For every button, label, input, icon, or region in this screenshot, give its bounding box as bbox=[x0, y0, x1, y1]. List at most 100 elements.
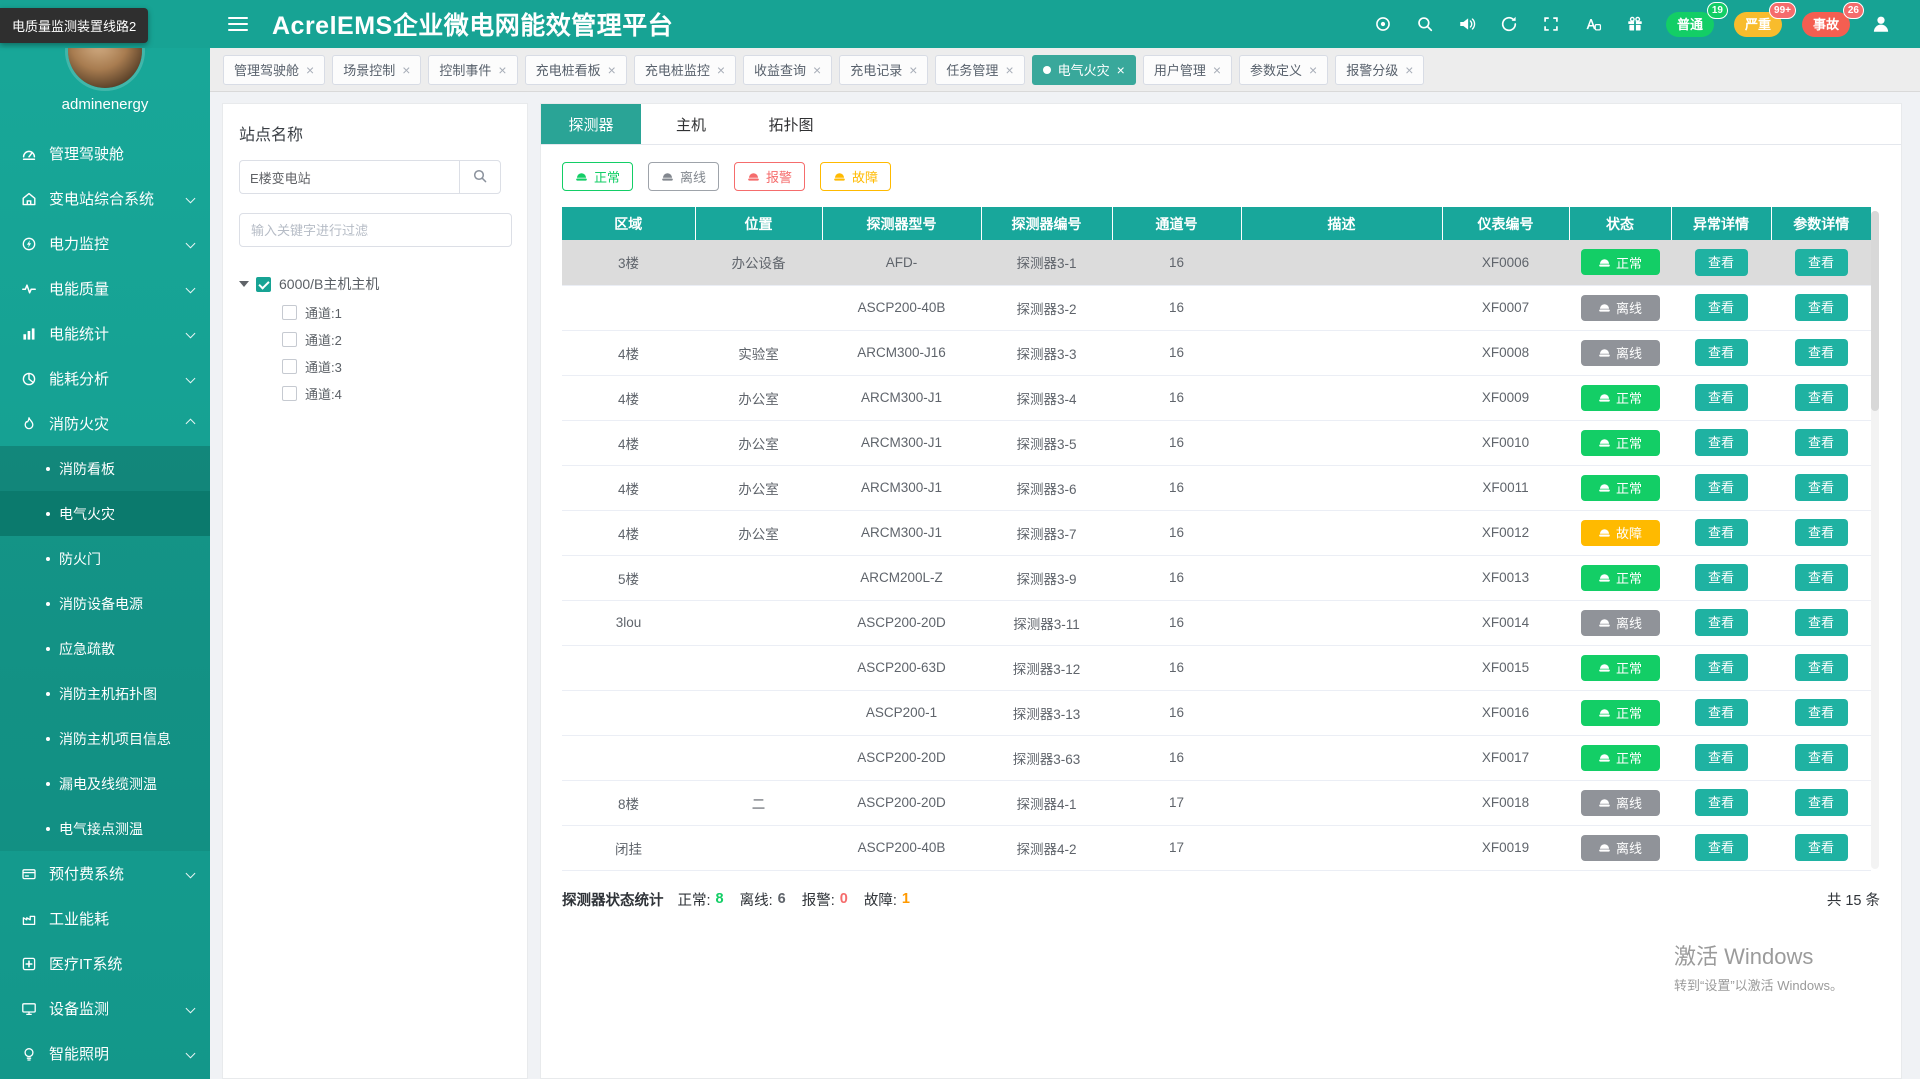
gift-icon[interactable] bbox=[1624, 13, 1646, 35]
table-row[interactable]: 8楼二 ASCP200-20D 探测器4-1 17 XF0018 离线 查看 查看 bbox=[562, 780, 1871, 826]
close-icon[interactable]: × bbox=[813, 63, 821, 77]
main-tab[interactable]: 主机 bbox=[641, 104, 741, 144]
close-icon[interactable]: × bbox=[1309, 63, 1317, 77]
table-row[interactable]: ASCP200-63D 探测器3-12 16 XF0015 正常 查看 查看 bbox=[562, 645, 1871, 691]
sidebar-subitem[interactable]: 应急疏散 bbox=[0, 626, 210, 671]
anomaly-view-button[interactable]: 查看 bbox=[1694, 429, 1748, 456]
close-icon[interactable]: × bbox=[498, 63, 506, 77]
filter-fault-button[interactable]: 故障 bbox=[820, 162, 892, 191]
table-row[interactable]: ASCP200-20D 探测器3-63 16 XF0017 正常 查看 查看 bbox=[562, 735, 1871, 781]
tree-child-checkbox[interactable] bbox=[282, 305, 297, 320]
keyword-filter-input[interactable] bbox=[239, 213, 512, 247]
sidebar-item[interactable]: 医疗IT系统 bbox=[0, 941, 210, 986]
scrollbar-thumb[interactable] bbox=[1871, 211, 1879, 411]
caret-down-icon[interactable] bbox=[239, 281, 249, 287]
close-icon[interactable]: × bbox=[1405, 63, 1413, 77]
speaker-icon[interactable] bbox=[1456, 13, 1478, 35]
sidebar-subitem[interactable]: 消防看板 bbox=[0, 446, 210, 491]
anomaly-view-button[interactable]: 查看 bbox=[1694, 609, 1748, 636]
alert-pill-severe[interactable]: 严重 99+ bbox=[1733, 1, 1796, 37]
param-view-button[interactable]: 查看 bbox=[1794, 294, 1848, 321]
filter-offline-button[interactable]: 离线 bbox=[648, 162, 720, 191]
tree-child-checkbox[interactable] bbox=[282, 359, 297, 374]
param-view-button[interactable]: 查看 bbox=[1794, 519, 1848, 546]
anomaly-view-button[interactable]: 查看 bbox=[1694, 519, 1748, 546]
anomaly-view-button[interactable]: 查看 bbox=[1694, 744, 1748, 771]
table-row[interactable]: 4楼 办公室 ARCM300-J1 探测器3-5 16 XF0010 正常 查看 查看 bbox=[562, 420, 1871, 466]
table-row[interactable]: 4楼 办公室 ARCM300-J1 探测器3-6 16 XF0011 正常 查看 查看 bbox=[562, 465, 1871, 511]
tree-child-node[interactable]: 通道:1 bbox=[282, 299, 511, 326]
tab-item[interactable]: 管理驾驶舱 × bbox=[223, 54, 326, 85]
anomaly-view-button[interactable]: 查看 bbox=[1694, 834, 1748, 861]
anomaly-view-button[interactable]: 查看 bbox=[1694, 474, 1748, 501]
close-icon[interactable]: × bbox=[909, 63, 917, 77]
alert-pill-normal[interactable]: 普通 19 bbox=[1665, 1, 1728, 37]
alert-pill-accident[interactable]: 事故 26 bbox=[1801, 1, 1864, 37]
close-icon[interactable]: × bbox=[1005, 63, 1013, 77]
tab-item[interactable]: 充电桩监控 × bbox=[633, 54, 737, 85]
sidebar-item[interactable]: 电能质量 bbox=[0, 266, 210, 311]
param-view-button[interactable]: 查看 bbox=[1794, 744, 1848, 771]
search-icon[interactable] bbox=[1414, 13, 1436, 35]
sidebar-subitem[interactable]: 消防设备电源 bbox=[0, 581, 210, 626]
search-button[interactable] bbox=[459, 160, 501, 194]
sidebar-subitem[interactable]: 防火门 bbox=[0, 536, 210, 581]
sidebar-item[interactable]: 管理驾驶舱 bbox=[0, 131, 210, 176]
translate-icon[interactable] bbox=[1582, 13, 1604, 35]
main-tab[interactable]: 拓扑图 bbox=[741, 104, 841, 144]
table-row[interactable]: 3lou ASCP200-20D 探测器3-11 16 XF0014 离线 查看 查看 bbox=[562, 600, 1871, 646]
table-row[interactable]: ASCP200-1 探测器3-13 16 XF0016 正常 查看 查看 bbox=[562, 690, 1871, 736]
anomaly-view-button[interactable]: 查看 bbox=[1694, 248, 1748, 276]
close-icon[interactable]: × bbox=[717, 63, 725, 77]
close-icon[interactable]: × bbox=[306, 63, 314, 77]
filter-normal-button[interactable]: 正常 bbox=[562, 162, 634, 191]
tree-child-node[interactable]: 通道:4 bbox=[282, 380, 511, 407]
close-icon[interactable]: × bbox=[1117, 63, 1125, 77]
tab-item[interactable]: 充电记录 × bbox=[839, 54, 929, 85]
sidebar-subitem[interactable]: 漏电及线缆测温 bbox=[0, 761, 210, 806]
tab-item[interactable]: 电气火灾 × bbox=[1031, 54, 1136, 85]
table-row[interactable]: 4楼 实验室 ARCM300-J16 探测器3-3 16 XF0008 离线 查看 查看 bbox=[562, 330, 1871, 376]
filter-alarm-button[interactable]: 报警 bbox=[734, 162, 806, 191]
sidebar-item[interactable]: 变电站综合系统 bbox=[0, 176, 210, 221]
tab-item[interactable]: 报警分级 × bbox=[1335, 54, 1425, 85]
sidebar-item[interactable]: 电力监控 bbox=[0, 221, 210, 266]
sidebar-item[interactable]: 设备监测 bbox=[0, 986, 210, 1031]
site-search-input[interactable] bbox=[239, 160, 459, 194]
sidebar-subitem[interactable]: 消防主机项目信息 bbox=[0, 716, 210, 761]
sidebar-item[interactable]: 能耗分析 bbox=[0, 356, 210, 401]
refresh-icon[interactable] bbox=[1498, 13, 1520, 35]
anomaly-view-button[interactable]: 查看 bbox=[1694, 384, 1748, 411]
anomaly-view-button[interactable]: 查看 bbox=[1694, 339, 1748, 366]
user-icon[interactable] bbox=[1870, 13, 1892, 35]
sidebar-subitem[interactable]: 消防主机拓扑图 bbox=[0, 671, 210, 716]
menu-toggle-icon[interactable] bbox=[228, 17, 248, 31]
tab-item[interactable]: 控制事件 × bbox=[428, 54, 518, 85]
anomaly-view-button[interactable]: 查看 bbox=[1694, 564, 1748, 591]
tab-item[interactable]: 任务管理 × bbox=[935, 54, 1025, 85]
table-row[interactable]: 4楼 办公室 ARCM300-J1 探测器3-4 16 XF0009 正常 查看 查看 bbox=[562, 375, 1871, 421]
table-row[interactable]: 4楼 办公室 ARCM300-J1 探测器3-7 16 XF0012 故障 查看 查看 bbox=[562, 510, 1871, 556]
table-row[interactable]: 5楼 ARCM200L-Z 探测器3-9 16 XF0013 正常 查看 查看 bbox=[562, 555, 1871, 601]
tree-child-checkbox[interactable] bbox=[282, 386, 297, 401]
tab-item[interactable]: 参数定义 × bbox=[1239, 54, 1329, 85]
param-view-button[interactable]: 查看 bbox=[1794, 384, 1848, 411]
tree-root-node[interactable]: 6000/B主机主机 bbox=[239, 269, 511, 299]
param-view-button[interactable]: 查看 bbox=[1794, 654, 1848, 681]
tree-root-checkbox[interactable] bbox=[256, 276, 271, 292]
tree-child-checkbox[interactable] bbox=[282, 332, 297, 347]
close-icon[interactable]: × bbox=[608, 63, 616, 77]
param-view-button[interactable]: 查看 bbox=[1794, 699, 1848, 726]
tab-item[interactable]: 收益查询 × bbox=[743, 54, 833, 85]
table-row[interactable]: ASCP200-40B 探测器3-2 16 XF0007 离线 查看 查看 bbox=[562, 285, 1871, 331]
close-icon[interactable]: × bbox=[1213, 63, 1221, 77]
tab-item[interactable]: 场景控制 × bbox=[332, 54, 422, 85]
table-row[interactable]: 3楼 办公设备 AFD- 探测器3-1 16 XF0006 正常 查看 查看 bbox=[562, 240, 1871, 286]
param-view-button[interactable]: 查看 bbox=[1794, 834, 1848, 861]
main-tab[interactable]: 探测器 bbox=[541, 104, 641, 144]
param-view-button[interactable]: 查看 bbox=[1794, 339, 1848, 366]
tab-item[interactable]: 用户管理 × bbox=[1142, 54, 1233, 85]
param-view-button[interactable]: 查看 bbox=[1794, 429, 1848, 456]
param-view-button[interactable]: 查看 bbox=[1794, 248, 1848, 276]
sidebar-item[interactable]: 智能照明 bbox=[0, 1031, 210, 1076]
